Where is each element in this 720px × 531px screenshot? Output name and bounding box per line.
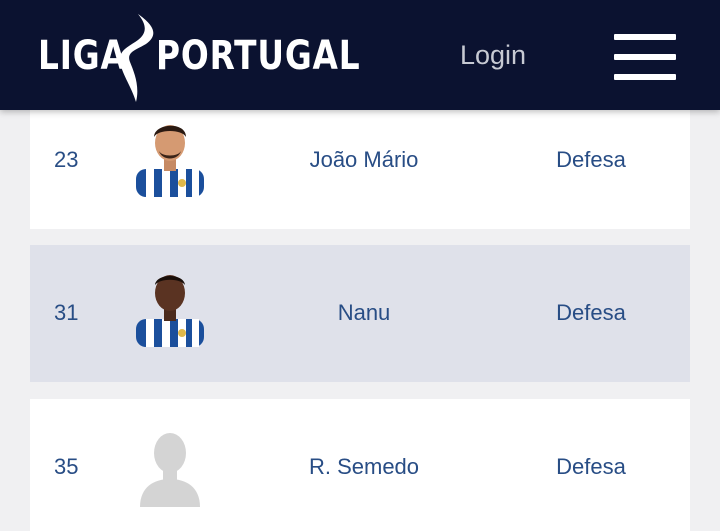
player-row[interactable]: 23 João Mário Defesa: [30, 100, 690, 229]
menu-bar: [614, 74, 676, 80]
player-photo-icon: [136, 275, 204, 347]
menu-bar: [614, 34, 676, 40]
player-row[interactable]: 31 Nanu Defesa: [30, 245, 690, 382]
player-row[interactable]: 35 R. Semedo Defesa: [30, 399, 690, 531]
player-position: Defesa: [556, 147, 626, 172]
liga-portugal-logo[interactable]: LIGA PORTUGAL: [38, 12, 360, 104]
logo-text-portugal: PORTUGAL: [156, 33, 361, 79]
hamburger-menu-icon[interactable]: [612, 32, 678, 84]
avatar-placeholder-icon: [140, 433, 200, 507]
player-number: 35: [54, 454, 79, 479]
player-name: Nanu: [337, 300, 391, 325]
top-navbar: LIGA PORTUGAL Login: [0, 0, 720, 110]
player-photo-icon: [136, 125, 204, 197]
player-position: Defesa: [556, 300, 626, 325]
player-name: R. Semedo: [308, 454, 420, 479]
player-name: João Mário: [309, 147, 419, 172]
player-number: 23: [54, 147, 79, 172]
player-position: Defesa: [556, 454, 626, 479]
login-link[interactable]: Login: [460, 38, 526, 72]
menu-bar: [614, 54, 676, 60]
player-number: 31: [54, 300, 79, 325]
